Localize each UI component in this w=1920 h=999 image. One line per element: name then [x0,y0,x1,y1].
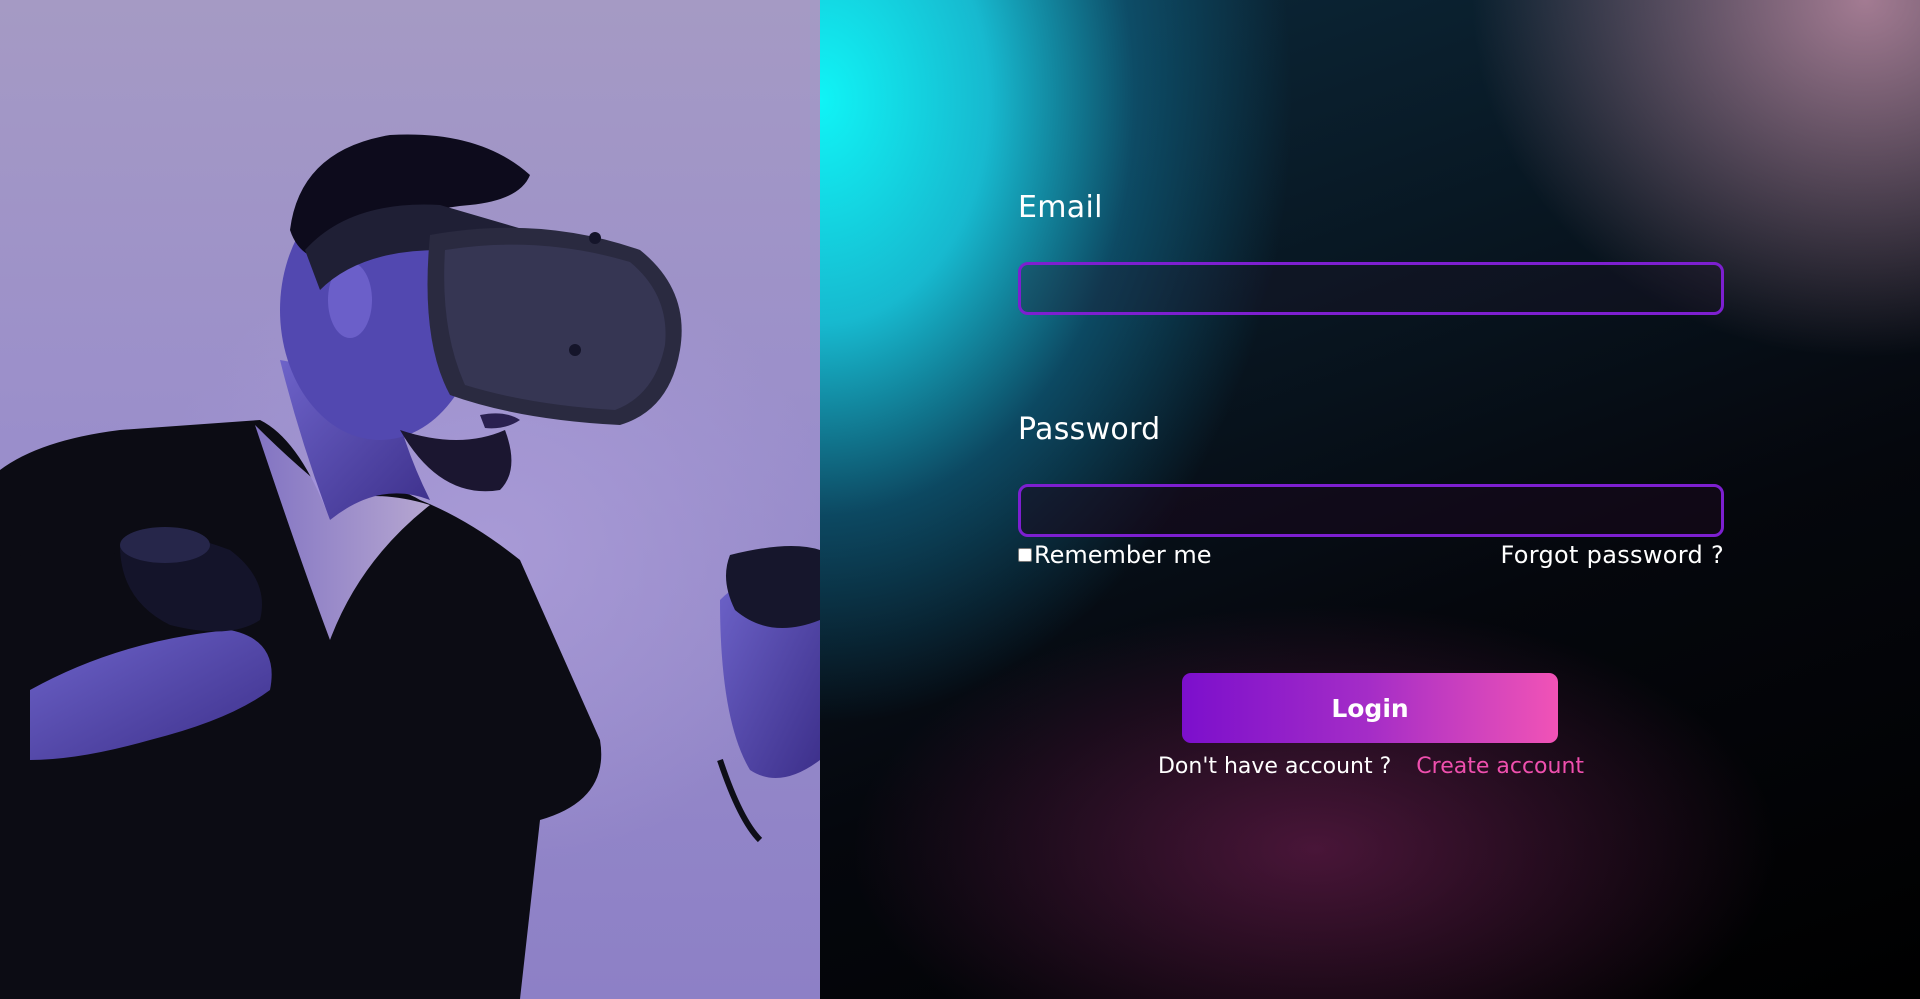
email-input[interactable] [1018,262,1724,315]
login-panel: Email Password Remember me Forgot passwo… [820,0,1920,999]
login-button[interactable]: Login [1182,673,1558,743]
remember-me[interactable]: Remember me [1018,541,1212,569]
no-account-text: Don't have account ? [1157,754,1392,779]
email-label: Email [1018,190,1103,225]
remember-me-checkbox[interactable] [1018,548,1032,562]
hero-image [0,0,820,999]
remember-me-label: Remember me [1034,541,1212,569]
password-input[interactable] [1018,484,1724,537]
signup-prompt: Don't have account ? Create account [1018,754,1724,779]
vr-person-illustration [0,134,820,999]
form-options-row: Remember me Forgot password ? [1018,541,1724,569]
password-label: Password [1018,412,1161,447]
create-account-link[interactable]: Create account [1416,754,1584,779]
login-page: Email Password Remember me Forgot passwo… [0,0,1920,999]
forgot-password-link[interactable]: Forgot password ? [1501,541,1724,569]
